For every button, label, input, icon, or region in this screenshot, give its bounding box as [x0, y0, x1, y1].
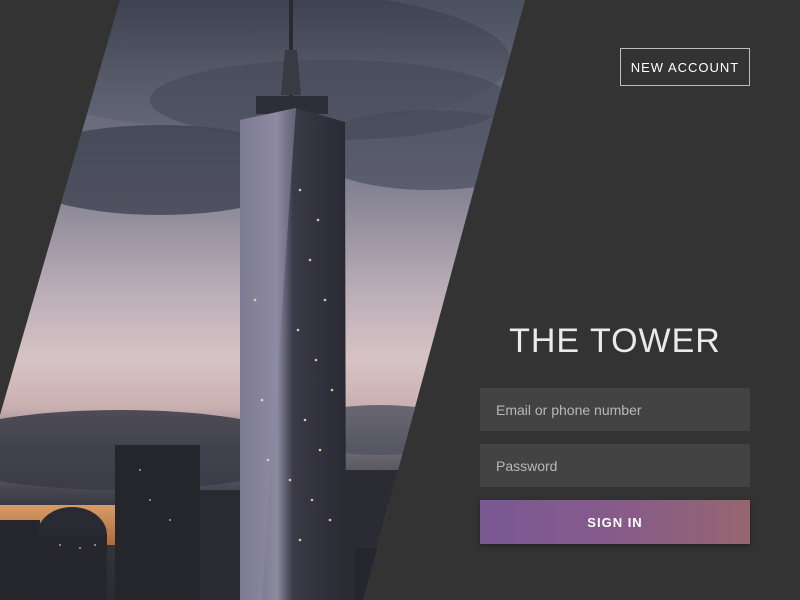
- sign-in-button[interactable]: SIGN IN: [480, 500, 750, 544]
- sign-in-label: SIGN IN: [587, 514, 643, 530]
- login-screen: NEW ACCOUNT THE TOWER Email or phone num…: [0, 0, 800, 600]
- page-title: THE TOWER: [509, 322, 721, 360]
- new-account-label: NEW ACCOUNT: [630, 59, 740, 75]
- email-field[interactable]: Email or phone number: [480, 388, 750, 431]
- email-placeholder: Email or phone number: [496, 401, 642, 418]
- password-placeholder: Password: [496, 457, 558, 474]
- password-field[interactable]: Password: [480, 444, 750, 487]
- new-account-button[interactable]: NEW ACCOUNT: [620, 48, 750, 86]
